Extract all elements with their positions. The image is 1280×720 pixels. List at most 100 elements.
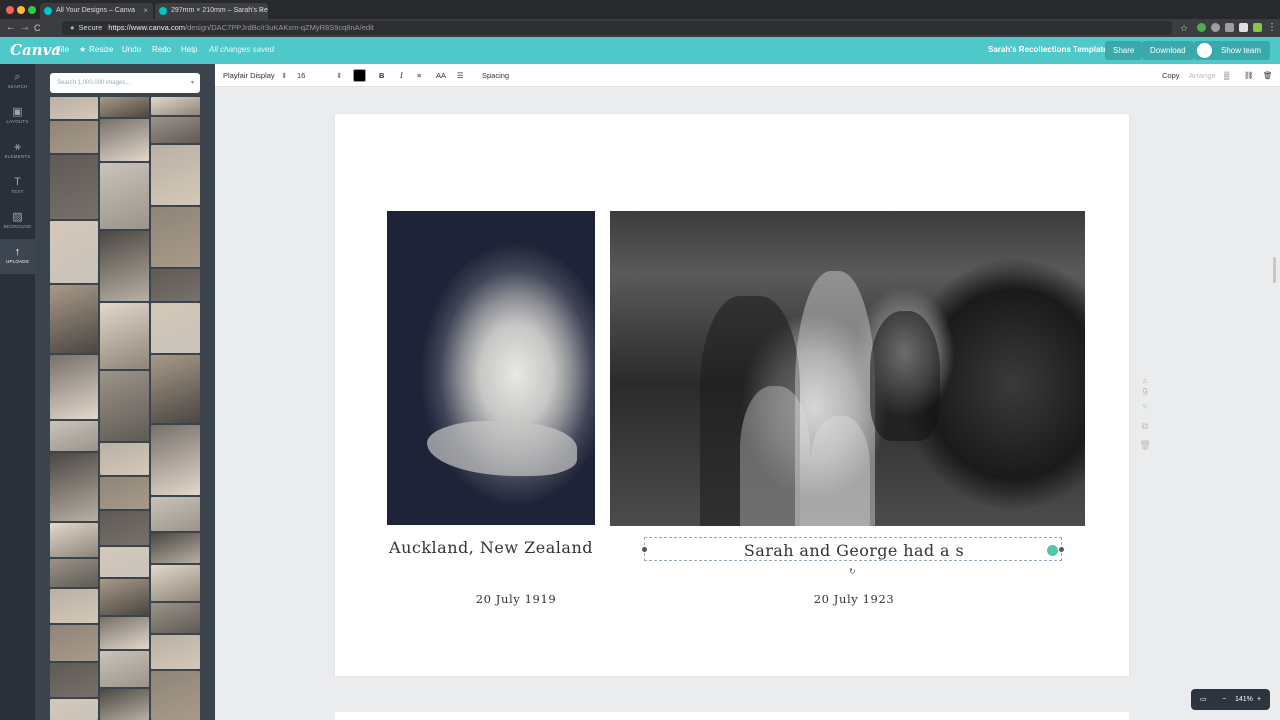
present-icon[interactable]: ▭ xyxy=(1200,689,1207,710)
upload-thumbnail[interactable] xyxy=(50,355,98,419)
upload-thumbnail[interactable] xyxy=(50,155,98,219)
upload-thumbnail[interactable] xyxy=(50,221,98,283)
rail-item-elements[interactable]: ⚹ ELEMENTS xyxy=(0,134,35,169)
close-window-icon[interactable] xyxy=(6,6,14,14)
upload-thumbnail[interactable] xyxy=(151,603,200,633)
font-size-stepper-icon[interactable]: ⬍ xyxy=(336,71,342,80)
transparency-icon[interactable]: ▒ xyxy=(1224,71,1229,80)
upload-thumbnail[interactable] xyxy=(100,579,149,615)
story-text[interactable]: Sarah and George had a s xyxy=(645,541,1063,560)
link-icon[interactable]: ⛓ xyxy=(1244,71,1254,80)
upload-thumbnail[interactable] xyxy=(100,231,149,301)
upload-thumbnail[interactable] xyxy=(100,617,149,649)
upload-thumbnail[interactable] xyxy=(151,303,200,353)
copy-button[interactable]: Copy xyxy=(1162,71,1180,80)
upload-thumbnail[interactable] xyxy=(100,97,149,117)
rail-item-layouts[interactable]: ▣ LAYOUTS xyxy=(0,99,35,134)
bookmark-star-icon[interactable]: ☆ xyxy=(1180,21,1188,35)
upload-thumbnail[interactable] xyxy=(100,689,149,720)
extension-icon[interactable] xyxy=(1239,23,1248,32)
upload-thumbnail[interactable] xyxy=(50,453,98,521)
text-color-swatch[interactable] xyxy=(353,69,366,82)
design-title[interactable]: Sarah's Recollections Template xyxy=(988,45,1108,54)
family-photo[interactable] xyxy=(610,211,1085,526)
upload-thumbnail[interactable] xyxy=(151,497,200,531)
grammarly-icon[interactable] xyxy=(1047,545,1058,556)
extension-icon[interactable] xyxy=(1197,23,1206,32)
upload-thumbnail[interactable] xyxy=(50,625,98,661)
upload-thumbnail[interactable] xyxy=(100,547,149,577)
zoom-level[interactable]: 141% xyxy=(1235,689,1253,710)
extension-icon[interactable] xyxy=(1225,23,1234,32)
menu-redo[interactable]: Redo xyxy=(152,45,171,54)
story-text-box[interactable]: Sarah and George had a s xyxy=(642,537,1064,561)
bold-button[interactable]: B xyxy=(379,71,384,80)
upload-thumbnail[interactable] xyxy=(50,121,98,153)
upload-thumbnail[interactable] xyxy=(151,425,200,495)
rail-item-uploads[interactable]: ↑ UPLOADS xyxy=(0,239,35,274)
upload-thumbnail[interactable] xyxy=(50,559,98,587)
upload-thumbnail[interactable] xyxy=(50,663,98,697)
upload-thumbnail[interactable] xyxy=(100,303,149,369)
duplicate-page-icon[interactable]: ⧉ xyxy=(1138,421,1152,431)
upload-thumbnail[interactable] xyxy=(50,589,98,623)
align-button[interactable]: ≡ xyxy=(417,71,421,80)
rail-item-text[interactable]: T TEXT xyxy=(0,169,35,204)
upload-thumbnail[interactable] xyxy=(151,533,200,563)
upload-thumbnail[interactable] xyxy=(151,97,200,115)
caption-place[interactable]: Auckland, New Zealand xyxy=(387,538,595,557)
delete-icon[interactable]: 🗑 xyxy=(1263,71,1273,80)
move-page-down-icon[interactable]: ▿ xyxy=(1138,401,1152,411)
upload-thumbnail[interactable] xyxy=(100,443,149,475)
download-button[interactable]: Download xyxy=(1142,41,1194,60)
upload-thumbnail[interactable] xyxy=(100,371,149,441)
minimize-window-icon[interactable] xyxy=(17,6,25,14)
upload-thumbnail[interactable] xyxy=(100,477,149,509)
list-button[interactable]: ☰ xyxy=(457,71,464,80)
font-select-stepper-icon[interactable]: ⬍ xyxy=(281,71,287,80)
menu-resize[interactable]: Resize xyxy=(89,45,113,54)
extension-icon[interactable] xyxy=(1253,23,1262,32)
design-page[interactable]: Auckland, New Zealand Sarah and George h… xyxy=(335,114,1129,676)
upload-thumbnail[interactable] xyxy=(100,119,149,161)
share-button[interactable]: Share xyxy=(1105,41,1143,60)
date-right[interactable]: 20 July 1923 xyxy=(793,592,915,606)
date-left[interactable]: 20 July 1919 xyxy=(455,592,577,606)
upload-thumbnail[interactable] xyxy=(151,117,200,143)
url-field[interactable]: ● Secure https://www.canva.com/design/DAC7… xyxy=(62,21,1172,35)
zoom-out-button[interactable]: − xyxy=(1222,689,1226,710)
menu-undo[interactable]: Undo xyxy=(122,45,141,54)
back-icon[interactable]: ← xyxy=(6,21,16,35)
reload-icon[interactable]: C xyxy=(34,21,41,35)
arrange-button[interactable]: Arrange xyxy=(1189,71,1216,80)
canva-logo[interactable]: Canva xyxy=(10,41,61,59)
upload-thumbnail[interactable] xyxy=(151,635,200,669)
upload-thumbnail[interactable] xyxy=(151,565,200,601)
move-page-up-icon[interactable]: ▵ xyxy=(1138,375,1152,385)
upload-thumbnail[interactable] xyxy=(50,699,98,720)
browser-menu-icon[interactable]: ⋮ xyxy=(1267,21,1277,35)
upload-thumbnail[interactable] xyxy=(151,269,200,301)
font-family-select[interactable]: Playfair Display xyxy=(223,71,275,80)
maximize-window-icon[interactable] xyxy=(28,6,36,14)
upload-thumbnail[interactable] xyxy=(100,651,149,687)
show-team-button[interactable]: Show team xyxy=(1194,41,1270,60)
scrollbar[interactable] xyxy=(1273,257,1276,283)
chevron-down-icon[interactable]: ▾ xyxy=(191,73,194,93)
font-size-input[interactable]: 16 xyxy=(297,71,305,80)
rail-item-background[interactable]: ▨ BKGROUND xyxy=(0,204,35,239)
image-search-input[interactable]: Search 1,000,000 images... ▾ xyxy=(50,73,200,93)
upload-thumbnail[interactable] xyxy=(50,523,98,557)
extension-icon[interactable] xyxy=(1211,23,1220,32)
upload-thumbnail[interactable] xyxy=(151,145,200,205)
menu-file[interactable]: File xyxy=(56,45,69,54)
upload-thumbnail[interactable] xyxy=(100,511,149,545)
forward-icon[interactable]: → xyxy=(20,21,30,35)
upload-thumbnail[interactable] xyxy=(50,285,98,353)
browser-tab-designs[interactable]: All Your Designs – Canva × xyxy=(40,3,153,19)
next-page[interactable] xyxy=(335,712,1129,720)
upload-thumbnail[interactable] xyxy=(151,671,200,720)
upload-thumbnail[interactable] xyxy=(50,97,98,119)
menu-help[interactable]: Help xyxy=(181,45,197,54)
browser-tab-design-edit[interactable]: 297mm × 210mm – Sarah's Re × xyxy=(155,3,268,19)
